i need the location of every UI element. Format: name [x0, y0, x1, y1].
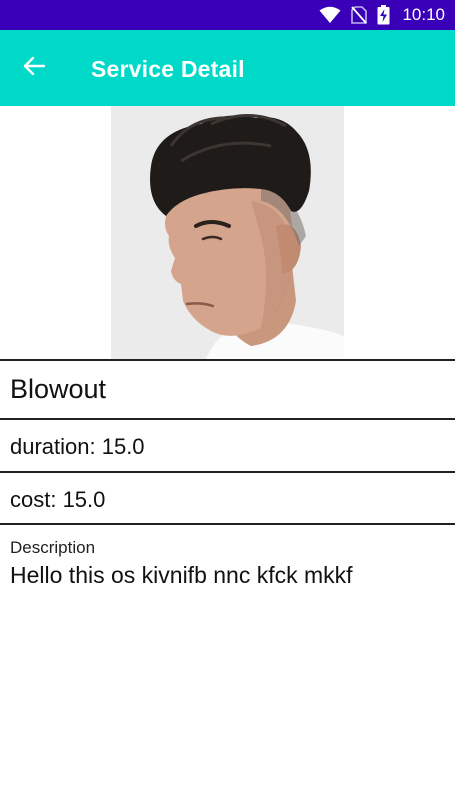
wifi-icon	[319, 6, 341, 24]
back-button[interactable]	[0, 30, 70, 106]
no-sim-icon	[351, 6, 368, 24]
description-label: Description	[10, 538, 96, 557]
service-duration: duration: 15.0	[10, 434, 145, 459]
arrow-left-icon	[23, 56, 46, 81]
status-time: 10:10	[402, 5, 445, 24]
divider	[0, 418, 455, 420]
status-bar: 10:10	[0, 0, 455, 30]
divider	[0, 471, 455, 473]
service-cost: cost: 15.0	[10, 487, 106, 512]
divider	[0, 523, 455, 525]
service-name: Blowout	[10, 374, 107, 404]
battery-charging-icon	[377, 5, 390, 25]
divider	[0, 359, 455, 361]
app-bar: Service Detail	[0, 30, 455, 106]
page-title: Service Detail	[91, 55, 245, 82]
service-image	[111, 106, 344, 359]
description-text: Hello this os kivnifb nnc kfck mkkf	[10, 562, 353, 588]
